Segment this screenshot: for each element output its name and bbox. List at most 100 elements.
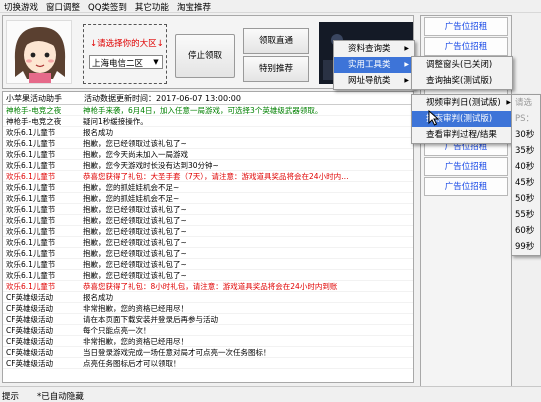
log-activity: CF英雄级活动 [6,337,54,346]
log-message: 抱歉，您的抓娃娃机会不足~ [83,183,180,192]
log-message: 抱歉，您已经领取过该礼包了~ [83,205,187,214]
log-activity: 欢乐6.1儿童节 [6,271,56,280]
menu-item-interval[interactable]: 40秒 [512,159,540,175]
menu-item-label: 网址导航类 [348,76,391,86]
menu-item-interval[interactable]: 30秒 [512,127,540,143]
log-message: 非常抱歉，您的资格已经用尽！ [83,304,188,313]
log-row: 欢乐6.1儿童节 抱歉，您已经领取过该礼包了~ [3,248,413,259]
log-row: 欢乐6.1儿童节 抱歉，您已经领取过该礼包了~ [3,259,413,270]
special-recommend-button[interactable]: 特别推荐 [243,56,309,82]
menu-item-view-judgment[interactable]: 查看审判过程/结果 [412,127,516,143]
avatar [6,20,72,84]
log-row: CF英雄级活动 非常抱歉，您的资格已经用尽！ [3,336,413,347]
log-message: 抱歉，您已经领取过该礼包了~ [83,227,187,236]
log-message: 抱歉，您已经领取过该礼包了~ [83,271,187,280]
region-select[interactable]: 上海电信二区 ▼ [89,55,163,69]
menu-item-label: 资料查询类 [348,44,391,54]
menu-item-video-judgment[interactable]: 视频审判日(测试版) ▶ [412,95,516,111]
log-activity: 欢乐6.1儿童节 [6,205,56,214]
log-message: 恭喜您获得了礼包：8小时礼包，请注意：游戏道具奖品将会在24小时内到账 [83,282,338,291]
menu-item-interval[interactable]: 55秒 [512,207,540,223]
log-activity: 欢乐6.1儿童节 [6,249,56,258]
menu-item-label: 实用工具类 [348,60,391,70]
log-activity: 欢乐6.1儿童节 [6,161,56,170]
log-message: 请在本页面下载安装并登录后再参与活动 [83,315,218,324]
ad-slot[interactable]: 广告位招租 [424,17,508,36]
log-message: 点亮任务图标后才可以领取！ [83,359,181,368]
log-message: 抱歉，您今天游戏时长没有达到30分钟~ [83,161,219,170]
log-activity: 欢乐6.1儿童节 [6,216,56,225]
log-row: 欢乐6.1儿童节 抱歉，您已经领取过该礼包了~ [3,270,413,281]
log-row: 欢乐6.1儿童节 抱歉，您已经领取过该礼包了~ [3,215,413,226]
log-header-left: 小苹果活动助手 [6,94,62,103]
log-row: 欢乐6.1儿童节 抱歉，您今天游戏时长没有达到30分钟~ [3,160,413,171]
submenu-arrow-icon: ▶ [404,77,409,84]
menu-item-lottery-query[interactable]: 查询抽奖(测试版) [412,73,512,89]
stop-claim-button[interactable]: 停止领取 [175,34,235,78]
menu-item-interval[interactable]: 60秒 [512,223,540,239]
submenu-arrow-icon: ▶ [404,45,409,52]
log-message: 疑问1秒缓接操作。 [83,117,148,126]
log-activity: 欢乐6.1儿童节 [6,150,56,159]
menu-other-functions[interactable]: 其它功能 [131,0,173,13]
log-message: 抱歉，您的抓娃娃机会不足~ [83,194,180,203]
log-row: 欢乐6.1儿童节 抱歉，您已经领取过该礼包了~ [3,237,413,248]
log-header: 小苹果活动助手 活动数据更新时间：2017-06-07 13:00:00 [3,92,413,105]
menu-taobao[interactable]: 淘宝推荐 [173,0,215,13]
log-activity: 欢乐6.1儿童节 [6,183,56,192]
log-message: 当日登录游戏完成一场任意对局才可点亮一次任务图标！ [83,348,271,357]
menu-item-interval[interactable]: 45秒 [512,175,540,191]
log-row: CF英雄级活动 非常抱歉，您的资格已经用尽！ [3,303,413,314]
ad-slot[interactable]: 广告位招租 [424,157,508,176]
log-activity: 神枪手-电竞之夜 [6,106,62,115]
utility-submenu: 调整窗头(已关闭) 查询抽奖(测试版) [411,56,513,90]
log-activity: 欢乐6.1儿童节 [6,128,56,137]
log-row: 神枪手-电竞之夜 疑问1秒缓接操作。 [3,116,413,127]
log-activity: 神枪手-电竞之夜 [6,117,62,126]
log-activity: CF英雄级活动 [6,304,54,313]
status-auto-hidden: *已自动隐藏 [37,392,84,402]
direct-claim-button[interactable]: 领取直通 [243,28,309,54]
ad-slot[interactable]: 广告位招租 [424,177,508,196]
log-row: 欢乐6.1儿童节 报名成功 [3,127,413,138]
menu-item-interval: PS： [515,114,535,124]
log-activity: 欢乐6.1儿童节 [6,260,56,269]
log-activity: CF英雄级活动 [6,348,54,357]
log-row: 神枪手-电竞之夜 神枪手来袭，6月4日，加入任意一局游戏，可选择3个英雄级武器领取… [3,105,413,116]
activity-log: 小苹果活动助手 活动数据更新时间：2017-06-07 13:00:00 神枪手… [2,91,414,383]
menu-item-interval[interactable]: 99秒 [512,239,540,255]
log-row: 欢乐6.1儿童节 抱歉，您已经领取过该礼包了~ [3,204,413,215]
judgment-submenu: 视频审判日(测试版) ▶ 搜索审判(测试版) 查看审判过程/结果 [411,94,517,144]
log-message: 每个只能点亮一次！ [83,326,151,335]
log-message: 恭喜您获得了礼包：大圣手套（7天），请注意：游戏道具奖品将会在24小时内… [83,172,349,181]
menu-item-label: 视频审判日(测试版) [426,98,501,108]
submenu-arrow-icon: ▶ [404,61,409,68]
menu-item-data-query[interactable]: 资料查询类 ▶ [334,41,414,57]
log-message: 非常抱歉，您的资格已经用尽！ [83,337,188,346]
ad-slot[interactable]: 广告位招租 [424,37,508,56]
menu-switch-game[interactable]: 切换游戏 [0,0,42,13]
region-selector-box: ↓请选择你的大区↓ 上海电信二区 ▼ [83,24,167,84]
interval-submenu: 请选 PS： 30秒 35秒 40秒 45秒 50秒 55秒 60秒 99秒 [511,94,541,256]
menu-item-interval[interactable]: 35秒 [512,143,540,159]
log-activity: CF英雄级活动 [6,315,54,324]
status-hint: 提示 [2,392,20,402]
log-message: 报名成功 [83,128,113,137]
menu-window-adjust[interactable]: 窗口调整 [42,0,84,13]
region-label: ↓请选择你的大区↓ [90,39,164,49]
region-value: 上海电信二区 [92,59,144,69]
menu-item-utility-tools[interactable]: 实用工具类 ▶ [334,57,414,73]
menu-qq-signin[interactable]: QQ类签到 [84,0,131,13]
tools-menu: 资料查询类 ▶ 实用工具类 ▶ 网址导航类 ▶ [333,40,415,90]
menu-item-adjust-header[interactable]: 调整窗头(已关闭) [412,57,512,73]
log-row: 欢乐6.1儿童节 抱歉，您已经领取过该礼包了~ [3,226,413,237]
log-message: 抱歉，您今天尚未加入一局游戏 [83,150,188,159]
menu-bar: 切换游戏 窗口调整 QQ类签到 其它功能 淘宝推荐 [0,0,541,13]
log-row: CF英雄级活动 当日登录游戏完成一场任意对局才可点亮一次任务图标！ [3,347,413,358]
log-row: 欢乐6.1儿童节 抱歉，您的抓娃娃机会不足~ [3,193,413,204]
menu-item-interval[interactable]: 50秒 [512,191,540,207]
menu-item-url-nav[interactable]: 网址导航类 ▶ [334,73,414,89]
log-message: 抱歉，您已经领取过该礼包了~ [83,216,187,225]
log-message: 抱歉，您已经领取过该礼包了~ [83,249,187,258]
log-activity: CF英雄级活动 [6,359,54,368]
